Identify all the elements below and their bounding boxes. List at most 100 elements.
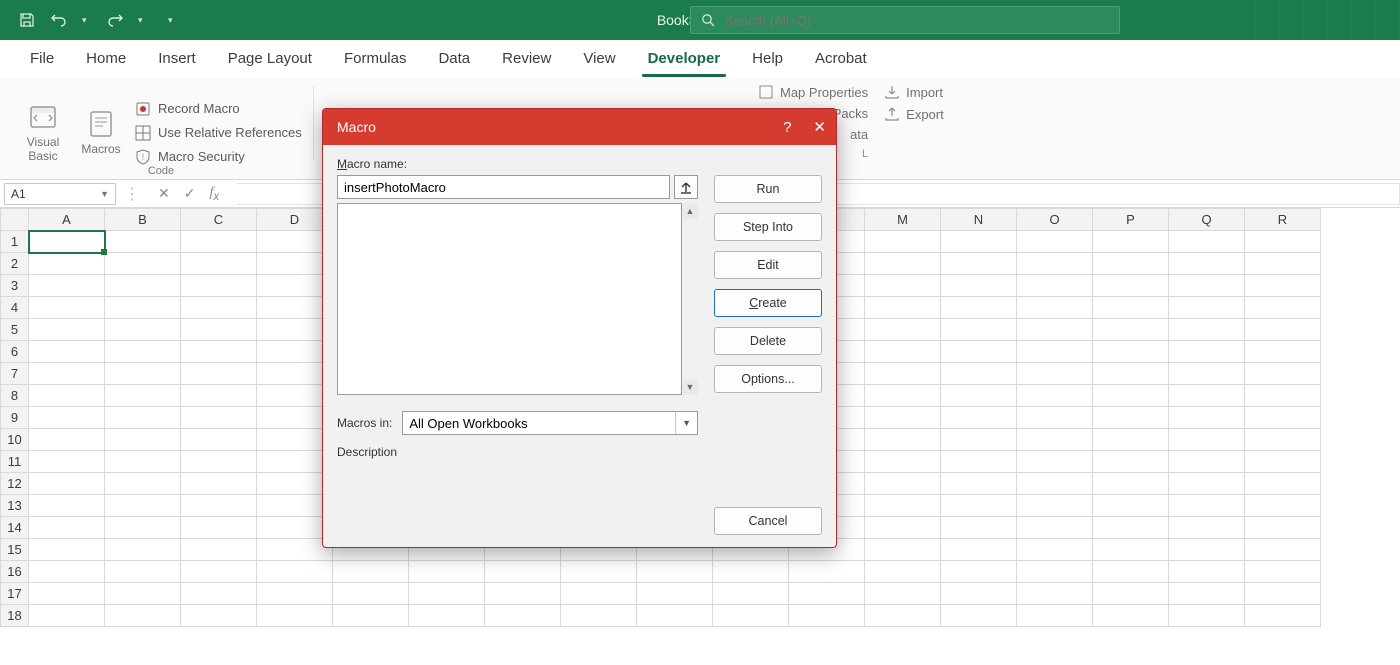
tab-insert[interactable]: Insert <box>142 42 212 77</box>
import-button[interactable]: Import <box>884 84 944 100</box>
tab-file[interactable]: File <box>14 42 70 77</box>
ribbon-tabs: File Home Insert Page Layout Formulas Da… <box>0 40 1400 78</box>
save-icon[interactable] <box>18 11 36 29</box>
qat-customize-icon[interactable]: ▾ <box>168 15 178 26</box>
row-header[interactable]: 1 <box>1 231 29 253</box>
col-header[interactable]: A <box>29 209 105 231</box>
col-header[interactable]: O <box>1017 209 1093 231</box>
select-all-corner[interactable] <box>1 209 29 231</box>
map-properties-button[interactable]: Map Properties <box>758 84 868 100</box>
insert-function-icon[interactable]: fx <box>209 185 219 203</box>
window-controls-area <box>1244 0 1400 40</box>
tab-data[interactable]: Data <box>422 42 486 77</box>
tab-help[interactable]: Help <box>736 42 799 77</box>
search-icon <box>701 13 715 27</box>
code-group-stack: Record Macro Use Relative References ! M… <box>132 96 306 166</box>
macro-name-input[interactable] <box>337 175 670 199</box>
row-header[interactable]: 6 <box>1 341 29 363</box>
dialog-help-icon[interactable]: ? <box>783 119 791 136</box>
tab-home[interactable]: Home <box>70 42 142 77</box>
row-header[interactable]: 12 <box>1 473 29 495</box>
export-button[interactable]: Export <box>884 106 944 122</box>
row-header[interactable]: 11 <box>1 451 29 473</box>
search-input[interactable] <box>725 13 1109 28</box>
tab-acrobat[interactable]: Acrobat <box>799 42 883 77</box>
edit-button[interactable]: Edit <box>714 251 822 279</box>
redo-dropdown-icon[interactable]: ▾ <box>138 15 148 26</box>
macros-in-label: Macros in: <box>337 416 392 430</box>
export-icon <box>884 106 900 122</box>
record-macro-button[interactable]: Record Macro <box>134 100 306 118</box>
row-header[interactable]: 7 <box>1 363 29 385</box>
tab-view[interactable]: View <box>567 42 631 77</box>
record-macro-icon <box>134 100 152 118</box>
col-header[interactable]: M <box>865 209 941 231</box>
name-box-dropdown-icon[interactable]: ▼ <box>100 189 109 199</box>
search-box[interactable] <box>690 6 1120 34</box>
row-header[interactable]: 3 <box>1 275 29 297</box>
row-header[interactable]: 14 <box>1 517 29 539</box>
macro-name-label: Macro name: <box>337 157 698 171</box>
cell[interactable] <box>29 231 105 253</box>
row-header[interactable]: 2 <box>1 253 29 275</box>
dialog-title-bar[interactable]: Macro ? ✕ <box>323 109 836 145</box>
relative-references-icon <box>134 124 152 142</box>
row-header[interactable]: 18 <box>1 605 29 627</box>
import-icon <box>884 84 900 100</box>
macro-goto-button[interactable] <box>674 175 698 199</box>
dialog-close-icon[interactable]: ✕ <box>813 118 826 136</box>
col-header[interactable]: N <box>941 209 1017 231</box>
run-button[interactable]: Run <box>714 175 822 203</box>
row-header[interactable]: 17 <box>1 583 29 605</box>
options-button[interactable]: Options... <box>714 365 822 393</box>
row-header[interactable]: 5 <box>1 319 29 341</box>
macros-label: Macros <box>81 143 120 156</box>
row-header[interactable]: 9 <box>1 407 29 429</box>
col-header[interactable]: P <box>1093 209 1169 231</box>
macros-in-select[interactable]: All Open Workbooks ▼ <box>402 411 698 435</box>
macro-list-scrollbar[interactable]: ▲ ▼ <box>682 203 698 395</box>
row-header[interactable]: 8 <box>1 385 29 407</box>
undo-icon[interactable] <box>50 11 68 29</box>
dialog-title: Macro <box>337 119 376 135</box>
macros-in-value: All Open Workbooks <box>409 416 527 431</box>
delete-button[interactable]: Delete <box>714 327 822 355</box>
name-box[interactable]: A1 ▼ <box>4 183 116 205</box>
scroll-up-icon[interactable]: ▲ <box>682 203 698 219</box>
col-header[interactable]: R <box>1245 209 1321 231</box>
col-header[interactable]: Q <box>1169 209 1245 231</box>
tab-review[interactable]: Review <box>486 42 567 77</box>
ribbon-group-code: VisualBasic Macros Record Macro Use Rela… <box>8 78 314 179</box>
row-header[interactable]: 15 <box>1 539 29 561</box>
title-bar: ▾ ▾ ▾ Book3 - Excel <box>0 0 1400 40</box>
row-header[interactable]: 13 <box>1 495 29 517</box>
step-into-button[interactable]: Step Into <box>714 213 822 241</box>
macros-button[interactable]: Macros <box>74 105 128 156</box>
formula-bar-controls: ✕ ✓ fx <box>148 185 229 203</box>
tab-formulas[interactable]: Formulas <box>328 42 423 77</box>
enter-formula-icon[interactable]: ✓ <box>184 185 196 202</box>
map-properties-icon <box>758 84 774 100</box>
row-header[interactable]: 4 <box>1 297 29 319</box>
col-header[interactable]: C <box>181 209 257 231</box>
row-header[interactable]: 16 <box>1 561 29 583</box>
col-header[interactable]: B <box>105 209 181 231</box>
up-arrow-icon <box>680 180 692 194</box>
scroll-down-icon[interactable]: ▼ <box>682 379 698 395</box>
macro-security-icon: ! <box>134 148 152 166</box>
create-button[interactable]: Create <box>714 289 822 317</box>
macro-list[interactable] <box>337 203 682 395</box>
tab-page-layout[interactable]: Page Layout <box>212 42 328 77</box>
cancel-formula-icon[interactable]: ✕ <box>158 185 170 202</box>
macro-security-button[interactable]: ! Macro Security <box>134 148 306 166</box>
quick-access-toolbar: ▾ ▾ ▾ <box>0 11 178 29</box>
cancel-button[interactable]: Cancel <box>714 507 822 535</box>
use-relative-references-button[interactable]: Use Relative References <box>134 124 306 142</box>
visual-basic-button[interactable]: VisualBasic <box>16 98 70 162</box>
undo-dropdown-icon[interactable]: ▾ <box>82 15 92 26</box>
use-relative-label: Use Relative References <box>158 125 302 140</box>
tab-developer[interactable]: Developer <box>632 42 737 77</box>
macro-security-label: Macro Security <box>158 149 245 164</box>
redo-icon[interactable] <box>106 11 124 29</box>
row-header[interactable]: 10 <box>1 429 29 451</box>
